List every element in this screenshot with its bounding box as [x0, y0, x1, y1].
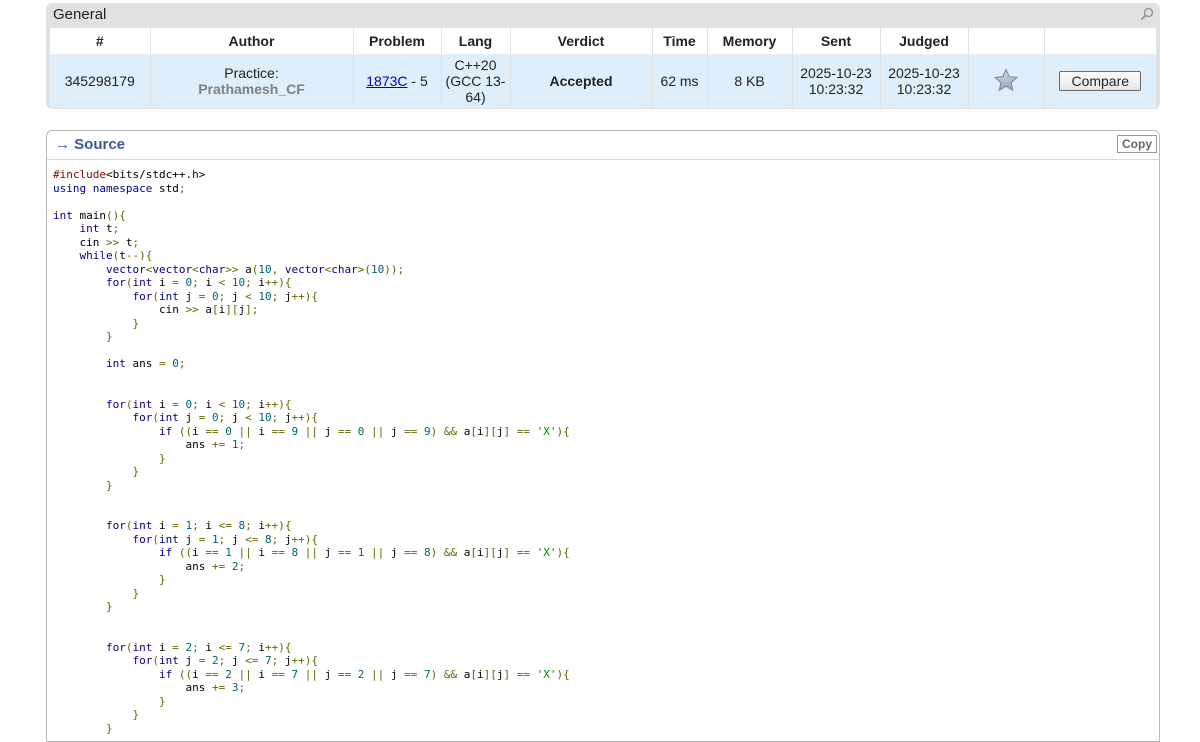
code-line: ans += 1;	[53, 438, 246, 451]
code-line: int main(){	[53, 208, 126, 222]
problem-index: - 5	[407, 73, 428, 89]
code-line: ans += 2;	[53, 559, 246, 573]
code-line: int ans = 0;	[105, 357, 186, 370]
copy-button[interactable]: Copy	[1117, 135, 1157, 153]
code-line: ans += 3;	[53, 681, 246, 694]
code-line: using namespace std;	[53, 181, 186, 195]
code-line: cin >> a[i][j];	[53, 303, 259, 316]
code-line: if ((i == 2 || i == 7 || j == 2 || j == …	[158, 667, 570, 681]
code-line: for(int j = 0; j < 10; j++){	[132, 289, 318, 303]
code-line: cin >> t;	[53, 235, 140, 249]
column-header-memory: Memory	[707, 28, 793, 54]
column-header-lang: Lang	[441, 28, 511, 54]
author-participation-type: Practice:	[224, 65, 279, 81]
code-line: if ((i == 0 || i == 9 || j == 0 || j == …	[158, 424, 570, 438]
general-panel: General # Author Problem Lang Verdict Ti…	[46, 3, 1160, 109]
column-header-problem: Problem	[353, 28, 442, 54]
code-line: }	[132, 708, 140, 721]
code-line: #include<bits/stdc++.h>	[53, 168, 206, 181]
table-header-row: # Author Problem Lang Verdict Time Memor…	[50, 28, 1156, 54]
favourite-cell	[968, 54, 1045, 108]
code-line: }	[132, 316, 140, 330]
code-line: for(int i = 0; i < 10; i++){	[105, 397, 292, 411]
code-line: }	[158, 694, 166, 708]
search-icon[interactable]	[1140, 7, 1154, 21]
compare-button[interactable]: Compare	[1059, 71, 1142, 91]
verdict-cell: Accepted	[510, 54, 653, 108]
problem-cell: 1873C - 5	[353, 54, 442, 108]
table-row: 345298179 Practice: Prathamesh_CF 1873C …	[50, 54, 1156, 108]
general-title: General	[53, 6, 107, 23]
source-panel: → Source Copy #include<bits/stdc++.h> us…	[46, 130, 1160, 742]
column-header-favourite	[968, 28, 1045, 54]
code-line: }	[105, 600, 113, 613]
code-line: while(t--){	[79, 249, 153, 262]
code-line: vector<vector<char>> a(10, vector<char>(…	[105, 262, 405, 276]
star-icon[interactable]	[993, 67, 1019, 92]
column-header-verdict: Verdict	[510, 28, 653, 54]
code-line: }	[132, 586, 140, 600]
column-header-author: Author	[150, 28, 354, 54]
sent-cell: 2025-10-23 10:23:32	[792, 54, 881, 108]
time-cell: 62 ms	[652, 54, 708, 108]
source-code: #include<bits/stdc++.h> using namespace …	[53, 168, 570, 735]
code-line: for(int j = 0; j < 10; j++){	[132, 411, 318, 424]
code-line: for(int j = 2; j <= 7; j++){	[132, 654, 318, 667]
code-line: }	[105, 478, 113, 492]
memory-cell: 8 KB	[707, 54, 793, 108]
code-line: for(int i = 0; i < 10; i++){	[105, 276, 292, 289]
code-line: }	[105, 721, 113, 735]
problem-link[interactable]: 1873C	[366, 73, 407, 89]
judged-cell: 2025-10-23 10:23:32	[880, 54, 969, 108]
code-line: }	[158, 451, 166, 465]
source-header: → Source Copy	[47, 131, 1159, 160]
author-handle[interactable]: Prathamesh_CF	[153, 81, 351, 97]
code-line: if ((i == 1 || i == 8 || j == 1 || j == …	[158, 546, 570, 559]
code-line: for(int j = 1; j <= 8; j++){	[132, 532, 318, 546]
source-title: → Source	[55, 136, 126, 153]
submission-table: # Author Problem Lang Verdict Time Memor…	[50, 28, 1156, 108]
code-line: for(int i = 1; i <= 8; i++){	[105, 519, 292, 532]
submission-id: 345298179	[50, 54, 151, 108]
column-header-judged: Judged	[880, 28, 969, 54]
column-header-sent: Sent	[792, 28, 881, 54]
column-header-time: Time	[652, 28, 708, 54]
code-line: }	[158, 573, 166, 586]
lang-cell: C++20 (GCC 13-64)	[441, 54, 511, 108]
code-line: int t;	[79, 222, 120, 235]
author-cell: Practice: Prathamesh_CF	[150, 54, 354, 108]
column-header-id: #	[50, 28, 151, 54]
compare-cell: Compare	[1044, 54, 1156, 108]
code-line: }	[132, 465, 140, 478]
code-line: for(int i = 2; i <= 7; i++){	[105, 640, 292, 654]
column-header-compare	[1044, 28, 1156, 54]
code-line: }	[105, 330, 113, 343]
